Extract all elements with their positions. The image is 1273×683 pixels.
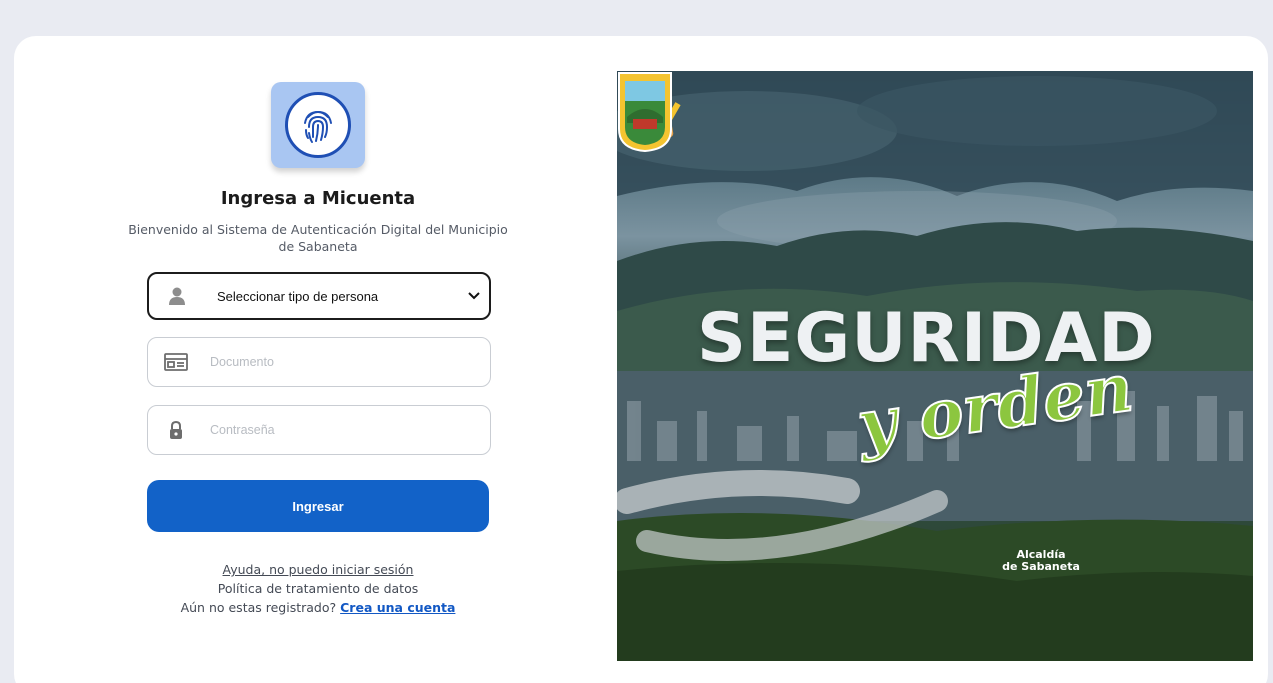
page-subtitle: Bienvenido al Sistema de Autenticación D… <box>128 222 508 254</box>
promo-banner: SEGURIDAD y orden Alcaldía de Sabaneta <box>617 71 1253 661</box>
password-field[interactable]: Contraseña <box>147 405 491 455</box>
login-links: Ayuda, no puedo iniciar sesión Política … <box>128 560 508 617</box>
person-type-value: Seleccionar tipo de persona <box>217 288 379 304</box>
chevron-down-icon <box>459 292 489 300</box>
document-placeholder: Documento <box>210 355 274 369</box>
id-card-icon <box>148 353 204 371</box>
crest-label: Alcaldía de Sabaneta <box>989 549 1093 573</box>
lock-icon <box>148 420 204 440</box>
municipal-crest-icon <box>618 72 672 153</box>
help-link[interactable]: Ayuda, no puedo iniciar sesión <box>128 560 508 579</box>
fingerprint-icon <box>285 92 351 158</box>
person-type-select[interactable]: Seleccionar tipo de persona <box>147 272 491 320</box>
register-prompt: Aún no estas registrado? <box>180 600 337 615</box>
privacy-link[interactable]: Política de tratamiento de datos <box>128 579 508 598</box>
page-title: Ingresa a Micuenta <box>220 188 416 209</box>
register-row: Aún no estas registrado? Crea una cuenta <box>128 598 508 617</box>
app-logo <box>271 82 365 168</box>
user-icon <box>149 286 205 306</box>
password-placeholder: Contraseña <box>210 423 275 437</box>
crest-label-line2: de Sabaneta <box>1002 560 1080 573</box>
login-button[interactable]: Ingresar <box>147 480 489 532</box>
create-account-link[interactable]: Crea una cuenta <box>340 600 455 615</box>
document-field[interactable]: Documento <box>147 337 491 387</box>
